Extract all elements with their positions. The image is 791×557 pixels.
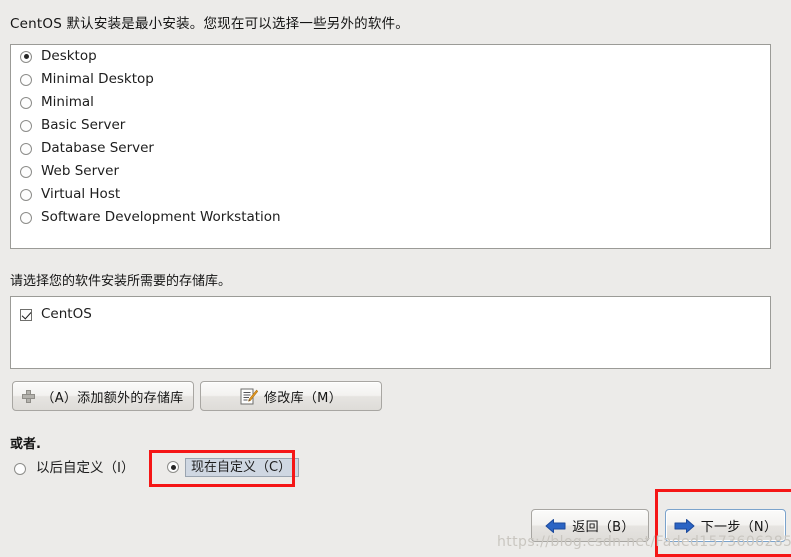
arrow-left-icon xyxy=(545,518,566,534)
customize-later-option[interactable]: 以后自定义（I） xyxy=(14,459,134,479)
list-item[interactable]: Basic Server xyxy=(11,114,770,137)
next-button-label: 下一步（N） xyxy=(700,520,778,535)
list-item-label: Web Server xyxy=(41,162,119,179)
customize-now-focus-ring: 现在自定义（C） xyxy=(185,457,300,477)
checkbox-icon[interactable] xyxy=(20,308,32,321)
customize-later-label: 以后自定义（I） xyxy=(36,460,135,477)
list-item[interactable]: Minimal xyxy=(11,91,770,114)
document-pencil-icon xyxy=(240,388,258,405)
list-item-label: Desktop xyxy=(41,47,97,64)
radio-icon[interactable] xyxy=(167,461,179,473)
list-item[interactable]: Database Server xyxy=(11,137,770,160)
list-item-label: Basic Server xyxy=(41,116,126,133)
customize-now-option[interactable]: 现在自定义（C） xyxy=(167,457,300,477)
radio-icon[interactable] xyxy=(20,188,32,201)
repository-list[interactable]: CentOS xyxy=(10,296,771,369)
arrow-right-icon xyxy=(674,518,695,534)
plus-icon xyxy=(22,389,36,403)
list-item-label: Minimal Desktop xyxy=(41,70,154,87)
modify-repository-button-label: 修改库（M） xyxy=(263,390,343,406)
list-item[interactable]: Desktop xyxy=(11,45,770,68)
next-button[interactable]: 下一步（N） xyxy=(665,509,786,542)
modify-repository-button[interactable]: 修改库（M） xyxy=(200,381,382,411)
intro-text: CentOS 默认安装是最小安装。您现在可以选择一些另外的软件。 xyxy=(10,16,409,32)
list-item[interactable]: Software Development Workstation xyxy=(11,206,770,229)
back-button-label: 返回（B） xyxy=(572,520,635,535)
list-item-label: Database Server xyxy=(41,139,154,156)
radio-icon[interactable] xyxy=(20,50,32,63)
radio-icon[interactable] xyxy=(20,73,32,86)
list-item[interactable]: Web Server xyxy=(11,160,770,183)
install-group-list[interactable]: Desktop Minimal Desktop Minimal Basic Se… xyxy=(10,44,771,249)
list-item[interactable]: Minimal Desktop xyxy=(11,68,770,91)
list-item-label: Software Development Workstation xyxy=(41,208,281,225)
add-repository-button-label: （A）添加额外的存储库 xyxy=(41,390,184,406)
customize-now-label: 现在自定义（C） xyxy=(191,459,292,475)
radio-icon[interactable] xyxy=(20,96,32,109)
list-item-label: Virtual Host xyxy=(41,185,121,202)
radio-icon[interactable] xyxy=(20,119,32,132)
add-repository-button[interactable]: （A）添加额外的存储库 xyxy=(12,381,194,411)
radio-icon[interactable] xyxy=(20,165,32,178)
repository-section-label: 请选择您的软件安装所需要的存储库。 xyxy=(10,274,232,289)
list-item-label: Minimal xyxy=(41,93,94,110)
back-button[interactable]: 返回（B） xyxy=(531,509,649,542)
radio-icon[interactable] xyxy=(20,211,32,224)
radio-icon[interactable] xyxy=(20,142,32,155)
or-label: 或者. xyxy=(10,437,41,452)
list-item[interactable]: CentOS xyxy=(11,303,770,326)
list-item[interactable]: Virtual Host xyxy=(11,183,770,206)
list-item-label: CentOS xyxy=(41,305,92,322)
radio-icon[interactable] xyxy=(14,463,26,475)
